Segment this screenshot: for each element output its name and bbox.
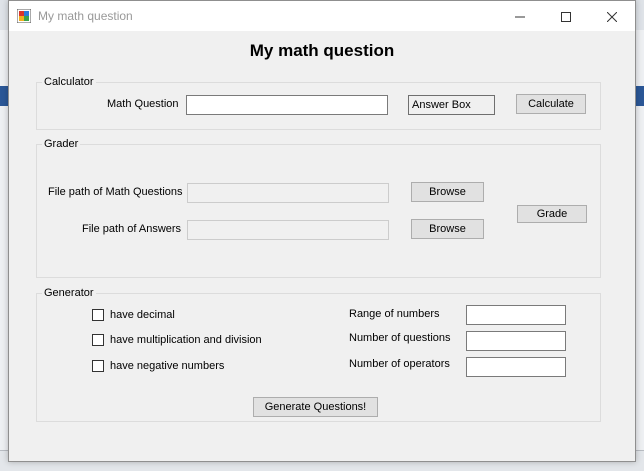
range-label: Range of numbers	[349, 308, 440, 320]
close-button[interactable]	[589, 1, 635, 31]
question-count-label: Number of questions	[349, 332, 451, 344]
multiplication-division-checkbox[interactable]	[92, 334, 104, 346]
app-window: My math question My math question Calcul…	[8, 0, 636, 462]
calculate-button[interactable]: Calculate	[516, 94, 586, 114]
multiplication-division-checkbox-label: have multiplication and division	[110, 334, 262, 346]
grade-button[interactable]: Grade	[517, 205, 587, 223]
title-bar[interactable]: My math question	[9, 1, 635, 31]
math-question-label: Math Question	[107, 98, 179, 110]
answers-path-field	[187, 220, 389, 240]
answers-path-label: File path of Answers	[82, 223, 182, 235]
questions-path-label: File path of Math Questions	[48, 186, 183, 198]
browse-questions-button[interactable]: Browse	[411, 182, 484, 202]
maximize-icon	[561, 12, 571, 23]
decimal-checkbox-label: have decimal	[110, 309, 175, 321]
maximize-button[interactable]	[543, 1, 589, 31]
range-input[interactable]	[466, 305, 566, 325]
app-icon	[17, 9, 31, 23]
generate-questions-button[interactable]: Generate Questions!	[253, 397, 378, 417]
negative-numbers-checkbox-label: have negative numbers	[110, 360, 225, 372]
minimize-icon	[515, 16, 525, 18]
question-count-input[interactable]	[466, 331, 566, 351]
operator-count-label: Number of operators	[349, 358, 450, 370]
questions-path-field	[187, 183, 389, 203]
decimal-checkbox[interactable]	[92, 309, 104, 321]
close-icon	[606, 11, 618, 23]
window-title: My math question	[38, 9, 133, 23]
page-title: My math question	[249, 41, 395, 60]
answer-box: Answer Box	[408, 95, 495, 115]
desktop-background-accent-right	[636, 86, 644, 106]
grader-group-label: Grader	[42, 138, 81, 150]
negative-numbers-checkbox[interactable]	[92, 360, 104, 372]
desktop-background-accent-left	[0, 86, 8, 106]
operator-count-input[interactable]	[466, 357, 566, 377]
browse-answers-button[interactable]: Browse	[411, 219, 484, 239]
generator-group-label: Generator	[42, 287, 96, 299]
minimize-button[interactable]	[497, 1, 543, 31]
calculator-group-label: Calculator	[42, 76, 96, 88]
math-question-input[interactable]	[186, 95, 388, 115]
